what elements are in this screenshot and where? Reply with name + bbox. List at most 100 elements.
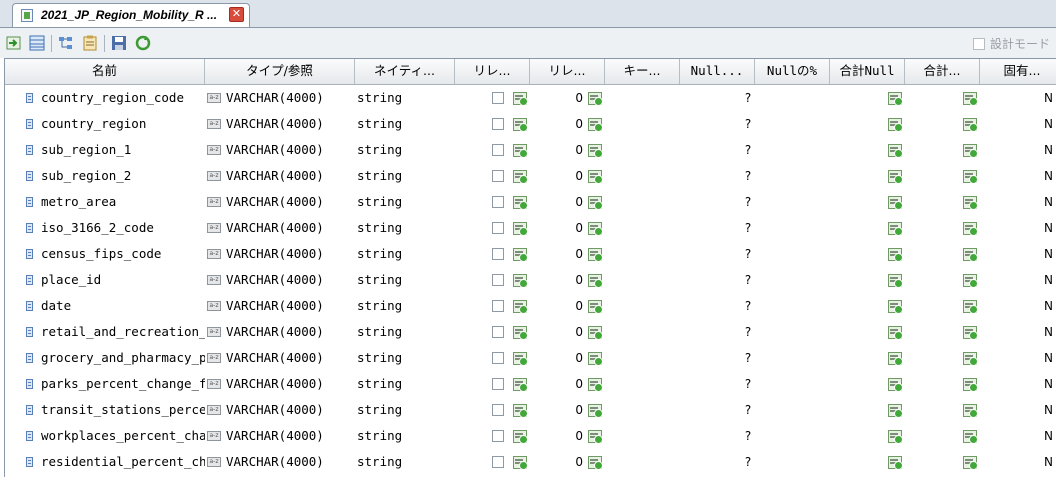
relation-count-link-icon[interactable]	[588, 378, 603, 392]
total-link-icon[interactable]	[963, 196, 978, 210]
relation-count-link-icon[interactable]	[588, 196, 603, 210]
relation-count-link-icon[interactable]	[588, 274, 603, 288]
col-header-total[interactable]: 合計...	[905, 59, 980, 84]
column-type[interactable]: VARCHAR(4000)	[226, 397, 352, 423]
column-type[interactable]: VARCHAR(4000)	[226, 215, 352, 241]
column-type[interactable]: VARCHAR(4000)	[226, 137, 352, 163]
relation-checkbox[interactable]	[492, 430, 504, 442]
total-link-icon[interactable]	[963, 248, 978, 262]
table-row[interactable]: metro_area a-z VARCHAR(4000) string 0 ? …	[5, 189, 1056, 215]
properties-icon[interactable]	[82, 35, 98, 51]
column-name[interactable]: transit_stations_percent_change_from_bas…	[41, 397, 205, 423]
total-null-link-icon[interactable]	[888, 170, 903, 184]
col-header-null-percent[interactable]: Nullの%	[755, 59, 830, 84]
total-link-icon[interactable]	[963, 378, 978, 392]
col-header-key[interactable]: キー...	[605, 59, 680, 84]
relation-count-link-icon[interactable]	[588, 144, 603, 158]
relation-link-icon[interactable]	[513, 326, 528, 340]
column-name[interactable]: date	[41, 293, 205, 319]
relation-count-link-icon[interactable]	[588, 430, 603, 444]
total-link-icon[interactable]	[963, 352, 978, 366]
table-row[interactable]: iso_3166_2_code a-z VARCHAR(4000) string…	[5, 215, 1056, 241]
relation-checkbox[interactable]	[492, 326, 504, 338]
relation-count-link-icon[interactable]	[588, 248, 603, 262]
relation-link-icon[interactable]	[513, 456, 528, 470]
relation-link-icon[interactable]	[513, 170, 528, 184]
column-name[interactable]: residential_percent_change_from_baseline	[41, 449, 205, 475]
col-header-total-null[interactable]: 合計Null	[830, 59, 905, 84]
relation-link-icon[interactable]	[513, 404, 528, 418]
relation-count-link-icon[interactable]	[588, 118, 603, 132]
total-null-link-icon[interactable]	[888, 92, 903, 106]
column-type[interactable]: VARCHAR(4000)	[226, 189, 352, 215]
relation-link-icon[interactable]	[513, 300, 528, 314]
table-row[interactable]: transit_stations_percent_change_from_bas…	[5, 397, 1056, 423]
column-type[interactable]: VARCHAR(4000)	[226, 111, 352, 137]
total-null-link-icon[interactable]	[888, 222, 903, 236]
close-tab-button[interactable]: ✕	[229, 7, 244, 22]
total-null-link-icon[interactable]	[888, 352, 903, 366]
column-name[interactable]: parks_percent_change_from_baseline	[41, 371, 205, 397]
table-row[interactable]: sub_region_2 a-z VARCHAR(4000) string 0 …	[5, 163, 1056, 189]
col-header-null[interactable]: Null...	[680, 59, 755, 84]
table-row[interactable]: workplaces_percent_change_from_baseline …	[5, 423, 1056, 449]
column-type[interactable]: VARCHAR(4000)	[226, 85, 352, 111]
total-link-icon[interactable]	[963, 456, 978, 470]
column-type[interactable]: VARCHAR(4000)	[226, 241, 352, 267]
table-row[interactable]: date a-z VARCHAR(4000) string 0 ? N	[5, 293, 1056, 319]
col-header-rel-2[interactable]: リレ...	[530, 59, 605, 84]
table-row[interactable]: residential_percent_change_from_baseline…	[5, 449, 1056, 475]
relation-checkbox[interactable]	[492, 144, 504, 156]
total-link-icon[interactable]	[963, 326, 978, 340]
relation-count-link-icon[interactable]	[588, 170, 603, 184]
relation-link-icon[interactable]	[513, 274, 528, 288]
total-link-icon[interactable]	[963, 300, 978, 314]
total-null-link-icon[interactable]	[888, 248, 903, 262]
relation-count-link-icon[interactable]	[588, 456, 603, 470]
editor-tab[interactable]: 2021_JP_Region_Mobility_R ... ✕	[12, 3, 250, 27]
relation-link-icon[interactable]	[513, 196, 528, 210]
relation-count-link-icon[interactable]	[588, 404, 603, 418]
column-name[interactable]: retail_and_recreation_percent_change_fro…	[41, 319, 205, 345]
total-null-link-icon[interactable]	[888, 118, 903, 132]
col-header-type[interactable]: タイプ/参照	[205, 59, 355, 84]
total-null-link-icon[interactable]	[888, 378, 903, 392]
total-null-link-icon[interactable]	[888, 404, 903, 418]
table-row[interactable]: grocery_and_pharmacy_percent_change_from…	[5, 345, 1056, 371]
import-icon[interactable]	[6, 35, 22, 51]
column-type[interactable]: VARCHAR(4000)	[226, 267, 352, 293]
relation-checkbox[interactable]	[492, 378, 504, 390]
design-mode-toggle[interactable]: 設計モード	[972, 36, 1050, 51]
relation-checkbox[interactable]	[492, 352, 504, 364]
col-header-native[interactable]: ネイティ...	[355, 59, 455, 84]
table-row[interactable]: place_id a-z VARCHAR(4000) string 0 ? N	[5, 267, 1056, 293]
relation-link-icon[interactable]	[513, 352, 528, 366]
total-link-icon[interactable]	[963, 430, 978, 444]
relation-checkbox[interactable]	[492, 456, 504, 468]
column-name[interactable]: census_fips_code	[41, 241, 205, 267]
relation-link-icon[interactable]	[513, 222, 528, 236]
column-name[interactable]: place_id	[41, 267, 205, 293]
total-link-icon[interactable]	[963, 404, 978, 418]
column-type[interactable]: VARCHAR(4000)	[226, 449, 352, 475]
relation-count-link-icon[interactable]	[588, 300, 603, 314]
table-row[interactable]: country_region_code a-z VARCHAR(4000) st…	[5, 85, 1056, 111]
total-null-link-icon[interactable]	[888, 326, 903, 340]
total-null-link-icon[interactable]	[888, 196, 903, 210]
design-mode-checkbox[interactable]	[972, 37, 985, 50]
total-link-icon[interactable]	[963, 144, 978, 158]
tree-icon[interactable]	[58, 35, 74, 51]
total-null-link-icon[interactable]	[888, 430, 903, 444]
table-row[interactable]: country_region a-z VARCHAR(4000) string …	[5, 111, 1056, 137]
total-link-icon[interactable]	[963, 274, 978, 288]
column-name[interactable]: iso_3166_2_code	[41, 215, 205, 241]
column-name[interactable]: workplaces_percent_change_from_baseline	[41, 423, 205, 449]
column-name[interactable]: country_region	[41, 111, 205, 137]
relation-link-icon[interactable]	[513, 248, 528, 262]
relation-checkbox[interactable]	[492, 274, 504, 286]
table-row[interactable]: sub_region_1 a-z VARCHAR(4000) string 0 …	[5, 137, 1056, 163]
table-row[interactable]: retail_and_recreation_percent_change_fro…	[5, 319, 1056, 345]
relation-checkbox[interactable]	[492, 222, 504, 234]
total-null-link-icon[interactable]	[888, 144, 903, 158]
col-header-rel-1[interactable]: リレ...	[455, 59, 530, 84]
